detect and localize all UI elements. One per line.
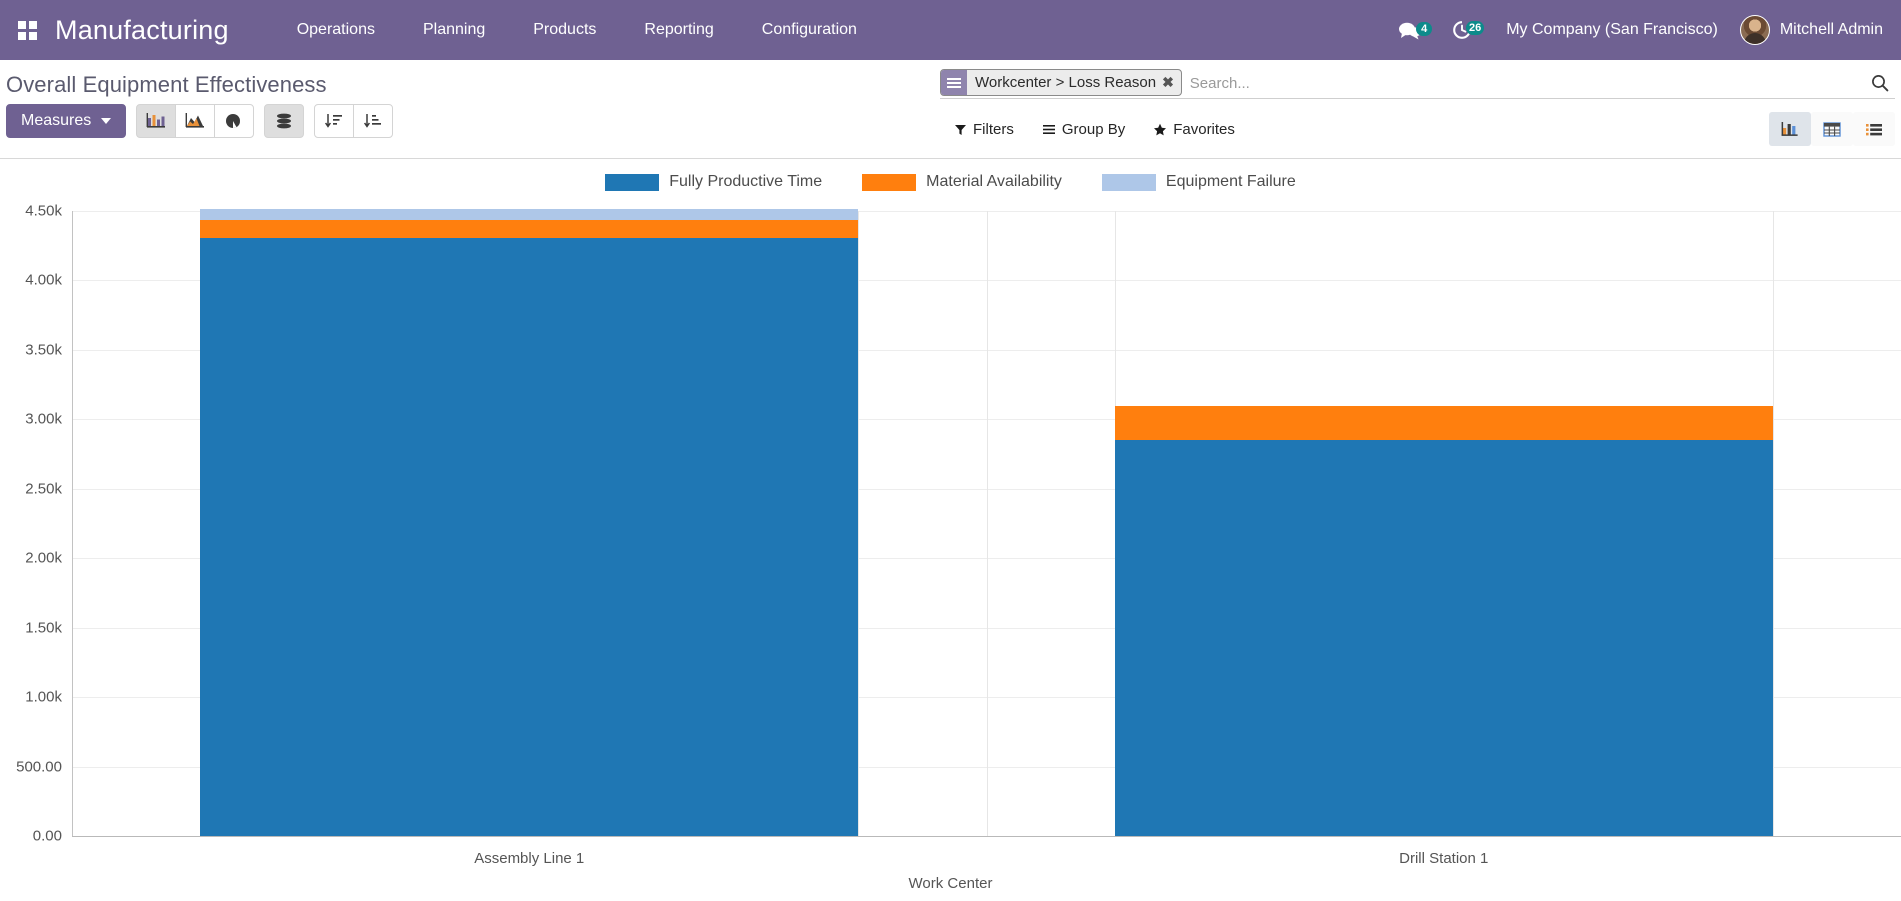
search-icon[interactable] — [1861, 68, 1895, 98]
x-axis-title-label: Work Center — [909, 875, 993, 892]
list-view-icon — [1863, 120, 1885, 139]
bar-chart-icon — [146, 112, 166, 130]
gridline — [72, 836, 1901, 837]
chart-plot-area: 0.00500.001.00k1.50k2.00k2.50k3.00k3.50k… — [0, 159, 1901, 901]
messages-badge: 4 — [1416, 22, 1432, 36]
user-name-label: Mitchell Admin — [1780, 21, 1883, 39]
vertical-gridline — [858, 211, 859, 836]
menu-item-configuration[interactable]: Configuration — [738, 13, 881, 47]
stacked-button[interactable] — [264, 104, 304, 138]
graph-view: Fully Productive TimeMaterial Availabili… — [0, 159, 1901, 901]
menu-item-planning[interactable]: Planning — [399, 13, 509, 47]
view-switcher — [1769, 112, 1895, 146]
bar-chart-button[interactable] — [136, 104, 176, 138]
hamburger-icon — [1042, 123, 1056, 136]
apps-grid-icon[interactable] — [18, 21, 37, 40]
stacked-button-group — [264, 104, 304, 138]
chevron-down-icon — [101, 118, 111, 124]
group-by-label: Group By — [1062, 121, 1125, 138]
menu-item-operations[interactable]: Operations — [273, 13, 399, 47]
filters-row: Filters Group By Favorites — [940, 112, 1895, 146]
filters-label: Filters — [973, 121, 1014, 138]
list-view-button[interactable] — [1853, 112, 1895, 146]
group-by-bar — [947, 82, 961, 84]
group-by-button[interactable]: Group By — [1028, 115, 1139, 144]
funnel-icon — [954, 123, 967, 136]
sort-descending-button[interactable] — [314, 104, 354, 138]
control-panel: Overall Equipment Effectiveness Measures — [0, 60, 1901, 159]
user-menu[interactable]: Mitchell Admin — [1740, 15, 1883, 45]
app-brand-title[interactable]: Manufacturing — [55, 15, 229, 46]
measures-label: Measures — [21, 112, 91, 130]
menu-item-reporting[interactable]: Reporting — [620, 13, 737, 47]
apps-grid-dot — [29, 21, 37, 29]
graph-view-button[interactable] — [1769, 112, 1811, 146]
stacked-icon — [274, 112, 294, 130]
chart-type-button-group — [136, 104, 254, 138]
favorites-label: Favorites — [1173, 121, 1235, 138]
pivot-view-icon — [1821, 120, 1843, 139]
y-axis-tick-label: 4.50k — [25, 203, 62, 220]
apps-grid-dot — [18, 21, 26, 29]
search-bar: Workcenter > Loss Reason ✖ — [940, 68, 1895, 99]
company-selector[interactable]: My Company (San Francisco) — [1506, 21, 1718, 39]
vertical-gridline — [1773, 211, 1774, 836]
group-by-icon — [941, 70, 967, 95]
bar-segment[interactable] — [1115, 406, 1773, 440]
filters-button[interactable]: Filters — [940, 115, 1028, 144]
bar-segment[interactable] — [1115, 440, 1773, 836]
favorites-button[interactable]: Favorites — [1139, 115, 1249, 144]
sort-ascending-icon — [363, 112, 383, 130]
group-by-bar — [947, 78, 961, 80]
activities-button[interactable]: 26 — [1436, 19, 1488, 41]
star-icon — [1153, 123, 1167, 136]
pie-chart-icon — [224, 112, 244, 130]
navbar-right-section: 4 26 My Company (San Francisco) Mitchell… — [1384, 0, 1883, 60]
apps-grid-dot — [18, 32, 26, 40]
bar-segment[interactable] — [200, 209, 858, 220]
x-axis-tick-label: Drill Station 1 — [1399, 850, 1488, 867]
sort-ascending-button[interactable] — [353, 104, 393, 138]
vertical-gridline — [987, 211, 988, 836]
pie-chart-button[interactable] — [214, 104, 254, 138]
sort-descending-icon — [324, 112, 344, 130]
bar-segment[interactable] — [200, 220, 858, 238]
y-axis-line — [72, 211, 73, 836]
avatar — [1740, 15, 1770, 45]
y-tick-wrapper: 4.50k — [0, 159, 62, 901]
sort-button-group — [314, 104, 393, 138]
measures-button[interactable]: Measures — [6, 104, 126, 138]
group-by-bar — [947, 86, 961, 88]
search-facet-label: Workcenter > Loss Reason — [967, 74, 1162, 91]
main-menu: Operations Planning Products Reporting C… — [273, 13, 881, 47]
top-navbar: Manufacturing Operations Planning Produc… — [0, 0, 1901, 60]
x-axis-title: Work Center — [0, 875, 1901, 892]
bar-segment[interactable] — [200, 238, 858, 836]
search-input[interactable] — [1182, 68, 1861, 98]
x-axis-tick-label: Assembly Line 1 — [474, 850, 584, 867]
search-area: Workcenter > Loss Reason ✖ — [940, 68, 1895, 99]
pivot-view-button[interactable] — [1811, 112, 1853, 146]
messages-button[interactable]: 4 — [1384, 20, 1436, 40]
line-chart-button[interactable] — [175, 104, 215, 138]
menu-item-products[interactable]: Products — [509, 13, 620, 47]
apps-grid-dot — [29, 32, 37, 40]
graph-view-icon — [1779, 120, 1801, 139]
close-icon[interactable]: ✖ — [1162, 74, 1181, 91]
search-facet-groupby[interactable]: Workcenter > Loss Reason ✖ — [940, 69, 1182, 96]
activities-badge: 26 — [1466, 21, 1484, 35]
line-chart-icon — [185, 112, 205, 130]
